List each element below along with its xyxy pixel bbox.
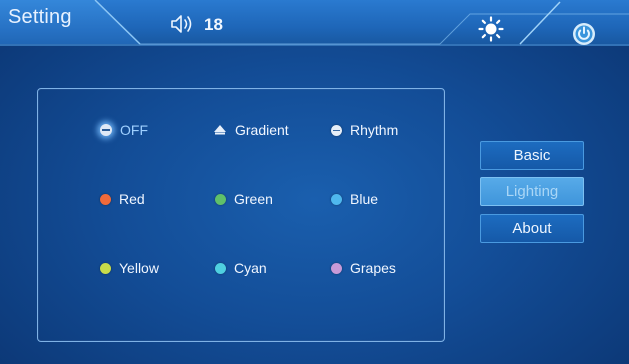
- option-red[interactable]: Red: [100, 191, 145, 207]
- option-off[interactable]: OFF: [100, 122, 148, 138]
- option-green[interactable]: Green: [215, 191, 273, 207]
- power-icon[interactable]: [572, 22, 596, 46]
- option-label: Blue: [350, 191, 379, 207]
- basic-button[interactable]: Basic: [480, 141, 584, 170]
- option-grapes[interactable]: Grapes: [331, 260, 396, 276]
- blue-dot-icon: [331, 193, 342, 205]
- option-label: Green: [234, 191, 273, 207]
- option-yellow[interactable]: Yellow: [100, 260, 159, 276]
- yellow-dot-icon: [100, 262, 111, 274]
- option-label: Grapes: [350, 260, 396, 276]
- gradient-icon: [214, 125, 226, 135]
- top-bar: Setting 18: [0, 0, 629, 46]
- option-blue[interactable]: Blue: [331, 191, 378, 207]
- volume-value: 18: [204, 15, 223, 34]
- option-cyan[interactable]: Cyan: [215, 260, 267, 276]
- option-label: OFF: [120, 122, 148, 138]
- option-label: Red: [119, 191, 145, 207]
- grapes-dot-icon: [331, 262, 342, 274]
- settings-screen: Setting 18 OFF Gradient Rhythm Red Green…: [0, 0, 629, 364]
- lighting-button[interactable]: Lighting: [480, 177, 584, 206]
- green-dot-icon: [215, 193, 226, 205]
- option-label: Rhythm: [350, 122, 399, 138]
- about-button[interactable]: About: [480, 214, 584, 243]
- option-label: Yellow: [119, 260, 159, 276]
- lighting-options-panel: OFF Gradient Rhythm Red Green Blue Yello…: [37, 88, 445, 342]
- page-title: Setting: [8, 6, 72, 28]
- sun-icon[interactable]: [478, 16, 504, 42]
- red-dot-icon: [100, 193, 111, 205]
- cyan-dot-icon: [215, 262, 226, 274]
- off-dot-icon: [100, 124, 112, 136]
- topbar-decoration: [0, 0, 629, 46]
- rhythm-icon: [331, 124, 342, 136]
- speaker-icon[interactable]: [170, 14, 196, 34]
- option-rhythm[interactable]: Rhythm: [331, 122, 398, 138]
- option-gradient[interactable]: Gradient: [213, 122, 289, 138]
- option-label: Cyan: [234, 260, 267, 276]
- option-label: Gradient: [235, 122, 289, 138]
